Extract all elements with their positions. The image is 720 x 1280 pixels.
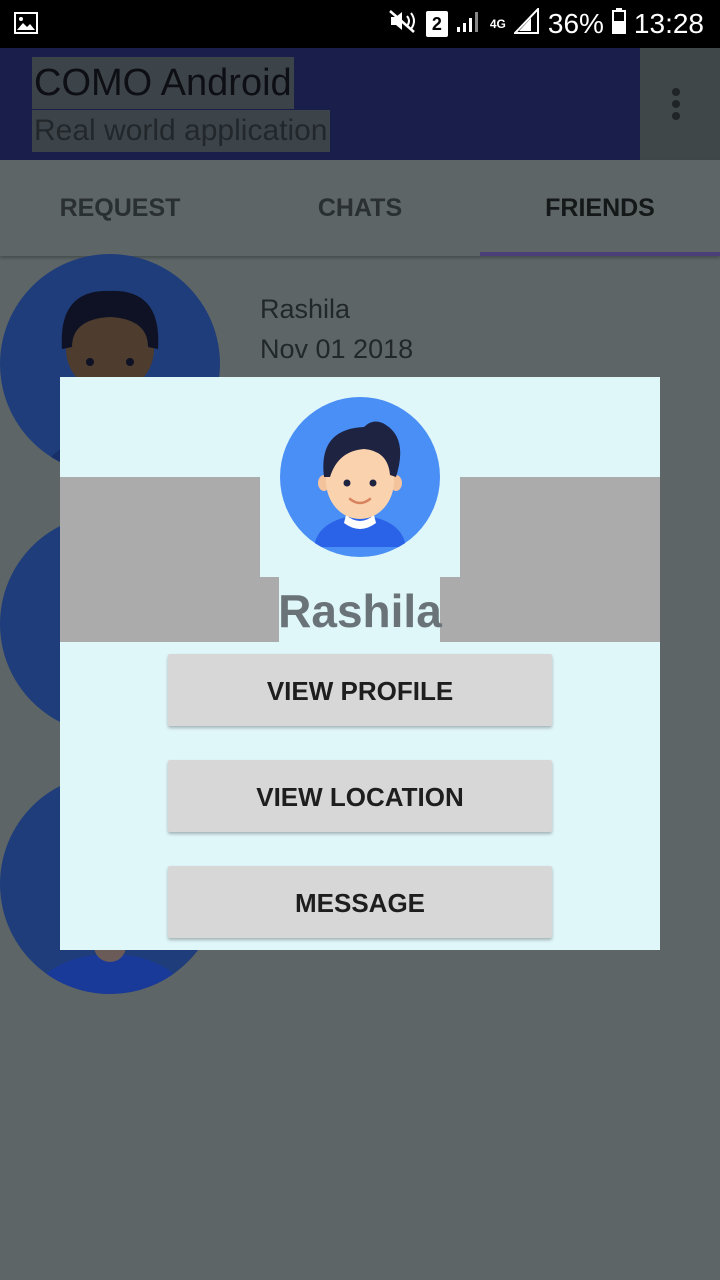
tab-bar: REQUEST CHATS FRIENDS bbox=[0, 160, 720, 256]
dialog-friend-name: Rashila bbox=[278, 585, 442, 637]
battery-icon bbox=[611, 7, 626, 41]
app-bar: COMO Android Real world application bbox=[0, 48, 720, 160]
network-type-label: 4G bbox=[489, 17, 506, 31]
friend-name: Rashila bbox=[260, 294, 351, 324]
tab-request[interactable]: REQUEST bbox=[0, 160, 240, 256]
tab-friends[interactable]: FRIENDS bbox=[480, 160, 720, 256]
friend-date: Nov 01 2018 bbox=[260, 334, 414, 364]
mute-vibrate-icon bbox=[388, 8, 418, 41]
friend-options-dialog: Rashila VIEW PROFILE VIEW LOCATION MESSA… bbox=[60, 377, 660, 950]
status-bar: 2 4G 36% 13:28 bbox=[0, 0, 720, 48]
signal-strength-icon bbox=[456, 8, 482, 40]
view-location-button[interactable]: VIEW LOCATION bbox=[168, 760, 552, 832]
overflow-menu-icon[interactable] bbox=[660, 86, 692, 126]
avatar bbox=[280, 397, 440, 557]
app-title: COMO Android bbox=[32, 57, 294, 109]
clock: 13:28 bbox=[633, 8, 704, 39]
battery-percent: 36% bbox=[547, 8, 604, 39]
sim-slot-badge: 2 bbox=[425, 11, 448, 37]
view-profile-button[interactable]: VIEW PROFILE bbox=[168, 654, 552, 726]
signal-strength-icon-2 bbox=[512, 6, 540, 41]
gallery-notification-icon bbox=[14, 12, 38, 39]
app-bar-title-block: COMO Android Real world application bbox=[0, 48, 640, 160]
message-button[interactable]: MESSAGE bbox=[168, 866, 552, 938]
app-subtitle: Real world application bbox=[32, 110, 330, 152]
tab-chats[interactable]: CHATS bbox=[240, 160, 480, 256]
